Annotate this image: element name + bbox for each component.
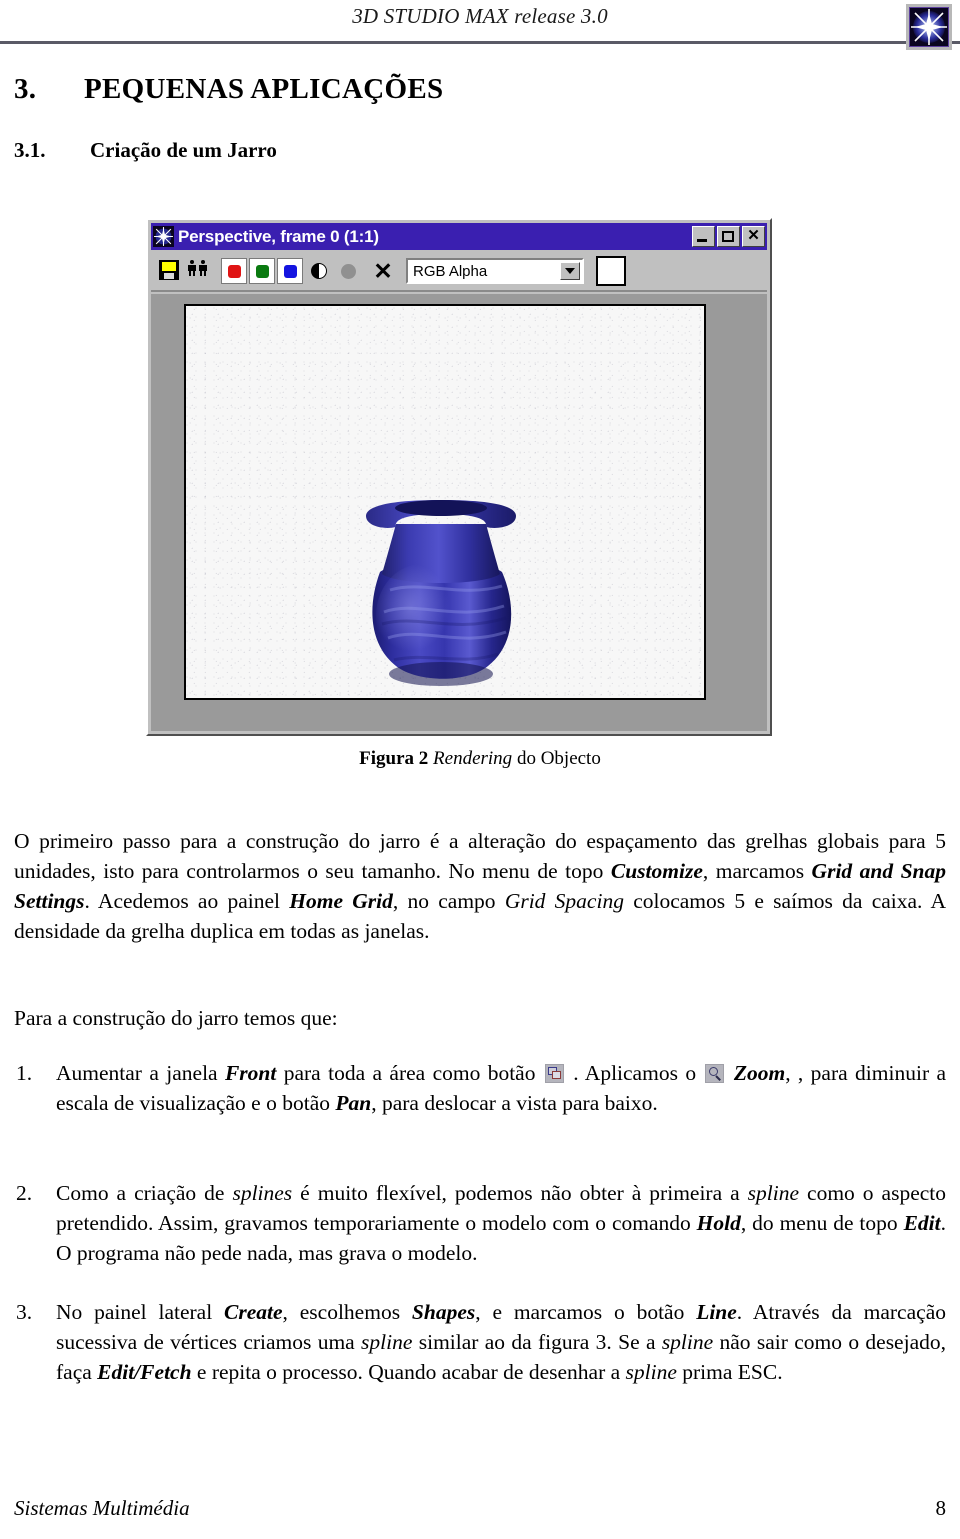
3dsmax-star-logo-icon bbox=[906, 4, 952, 50]
li2-part4: , do menu de topo bbox=[740, 1211, 904, 1235]
running-header-title: 3D STUDIO MAX release 3.0 bbox=[352, 4, 608, 28]
li2-em-edit: Edit bbox=[903, 1211, 941, 1235]
section-heading-2: 3.1. Criação de um Jarro bbox=[14, 138, 277, 163]
page-header: 3D STUDIO MAX release 3.0 bbox=[0, 0, 960, 62]
li3-em-spline-2: spline bbox=[661, 1330, 714, 1354]
li3-em-line: Line bbox=[696, 1300, 737, 1324]
li2-em-spline: spline bbox=[747, 1181, 800, 1205]
p1-em-grid-spacing: Grid Spacing bbox=[504, 889, 624, 913]
monochrome-half-circle-icon[interactable] bbox=[311, 263, 327, 279]
alpha-channel-circle-icon[interactable] bbox=[341, 263, 356, 279]
li2-part1: Como a criação de bbox=[56, 1181, 233, 1205]
li1-part2: para toda a área como botão bbox=[276, 1061, 543, 1085]
li1-em-front: Front bbox=[224, 1061, 277, 1085]
color-swatch[interactable] bbox=[596, 256, 626, 286]
list-item: 1. Aumentar a janela Front para toda a ár… bbox=[14, 1058, 946, 1118]
li3-em-shapes: Shapes bbox=[411, 1300, 476, 1324]
red-dot-icon bbox=[227, 264, 241, 278]
chevron-down-icon[interactable] bbox=[560, 262, 580, 280]
rendered-jar-object bbox=[338, 494, 558, 694]
section-heading-2-number: 3.1. bbox=[14, 138, 46, 162]
li1-part6: , para deslocar a vista para baixo. bbox=[371, 1091, 658, 1115]
window-titlebar: Perspective, frame 0 (1:1) ✕ bbox=[151, 223, 767, 250]
section-heading-1: 3. PEQUENAS APLICAÇÕES bbox=[14, 73, 443, 106]
render-canvas bbox=[184, 304, 706, 700]
header-divider-rule bbox=[0, 41, 960, 44]
window-title: Perspective, frame 0 (1:1) bbox=[178, 226, 379, 246]
green-channel-button[interactable] bbox=[249, 258, 275, 284]
channel-select[interactable]: RGB Alpha bbox=[406, 258, 584, 284]
paragraph-intro: O primeiro passo para a construção do ja… bbox=[14, 826, 946, 946]
close-button[interactable]: ✕ bbox=[742, 226, 765, 247]
li2-part2: é muito flexível, podemos não obter à pr… bbox=[292, 1181, 748, 1205]
channel-select-value: RGB Alpha bbox=[413, 262, 488, 280]
li3-part3: , e marcamos o botão bbox=[475, 1300, 697, 1324]
maximize-icon bbox=[722, 231, 734, 242]
li1-part1: Aumentar a janela bbox=[56, 1061, 225, 1085]
clear-x-icon[interactable]: ✕ bbox=[372, 260, 394, 283]
li3-em-create: Create bbox=[224, 1300, 283, 1324]
section-heading-1-title: PEQUENAS APLICAÇÕES bbox=[84, 73, 444, 105]
p1-part2: , marcamos bbox=[702, 859, 812, 883]
render-viewport-background bbox=[151, 294, 767, 731]
blue-dot-icon bbox=[283, 264, 297, 278]
zoom-magnifier-icon[interactable] bbox=[705, 1064, 725, 1083]
render-frame-window: Perspective, frame 0 (1:1) ✕ ✕ RGB Alpha bbox=[146, 218, 772, 736]
li1-em-zoom: Zoom bbox=[733, 1061, 786, 1085]
li3-part7: e repita o processo. Quando acabar de de… bbox=[191, 1360, 626, 1384]
section-heading-1-number: 3. bbox=[14, 73, 37, 105]
paragraph-lead-in: Para a construção do jarro temos que: bbox=[14, 1006, 338, 1030]
section-heading-2-title: Criação de um Jarro bbox=[90, 138, 277, 162]
3dsmax-star-icon bbox=[153, 226, 174, 247]
p1-em-customize: Customize bbox=[610, 859, 703, 883]
li1-part4 bbox=[726, 1061, 733, 1085]
figure-caption: Figura 2 Rendering do Objecto bbox=[0, 748, 960, 770]
li3-part1: No painel lateral bbox=[56, 1300, 225, 1324]
minimize-icon bbox=[697, 239, 707, 242]
p1-part4: , no campo bbox=[392, 889, 505, 913]
li1-part3: . Aplicamos o bbox=[565, 1061, 704, 1085]
p1-part3: . Acedemos ao painel bbox=[84, 889, 290, 913]
list-item-number: 3. bbox=[16, 1300, 33, 1324]
floppy-disk-save-icon[interactable] bbox=[159, 260, 181, 282]
li3-em-edit-fetch: Edit/Fetch bbox=[97, 1360, 192, 1384]
figure-caption-label: Figura 2 bbox=[359, 748, 429, 769]
li3-em-spline-1: spline bbox=[361, 1330, 413, 1354]
li3-part5: similar ao da figura 3. Se a bbox=[412, 1330, 662, 1354]
clone-people-icon[interactable] bbox=[188, 260, 214, 282]
channel-button-group bbox=[221, 258, 305, 284]
red-channel-button[interactable] bbox=[221, 258, 247, 284]
page-footer: Sistemas Multimédia 8 bbox=[14, 1496, 946, 1521]
li2-em-hold: Hold bbox=[696, 1211, 741, 1235]
green-dot-icon bbox=[255, 264, 269, 278]
li3-part2: , escolhemos bbox=[282, 1300, 412, 1324]
li1-em-pan: Pan bbox=[335, 1091, 372, 1115]
li2-em-splines: splines bbox=[232, 1181, 293, 1205]
footer-title: Sistemas Multimédia bbox=[14, 1496, 190, 1520]
figure-caption-italic: Rendering bbox=[433, 748, 513, 769]
list-item: 2. Como a criação de splines é muito flex… bbox=[14, 1178, 946, 1268]
footer-page-number: 8 bbox=[935, 1496, 947, 1520]
li3-part8: prima ESC. bbox=[676, 1360, 783, 1384]
render-window-toolbar: ✕ RGB Alpha bbox=[151, 252, 767, 292]
window-controls: ✕ bbox=[692, 226, 765, 247]
list-item-number: 2. bbox=[16, 1181, 33, 1205]
list-item: 3. No painel lateral Create, escolhemos S… bbox=[14, 1297, 946, 1387]
close-icon: ✕ bbox=[747, 227, 760, 244]
minimize-button[interactable] bbox=[692, 226, 715, 247]
minmax-toggle-icon[interactable] bbox=[544, 1064, 564, 1083]
blue-channel-button[interactable] bbox=[277, 258, 303, 284]
maximize-button[interactable] bbox=[717, 226, 740, 247]
figure-caption-rest: do Objecto bbox=[516, 748, 601, 769]
list-item-number: 1. bbox=[16, 1061, 33, 1085]
li3-em-spline-3: spline bbox=[625, 1360, 677, 1384]
p1-em-home-grid: Home Grid bbox=[289, 889, 393, 913]
